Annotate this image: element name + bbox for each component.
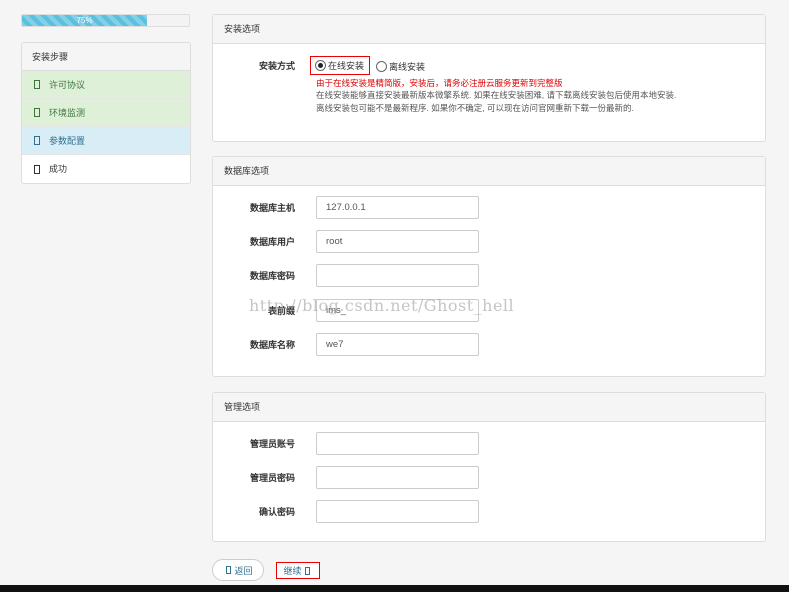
confirm-password-label: 确认密码 [258,507,295,517]
step-label: 成功 [49,164,68,174]
file-icon [34,80,40,89]
back-button-label: 返回 [234,565,253,576]
radio-offline-label: 离线安装 [389,62,426,72]
file-icon [34,108,40,117]
db-user-input[interactable]: root [316,230,479,253]
install-note-2: 离线安装包可能不是最新程序. 如果你不确定, 可以现在访问官网重新下载一份最新的… [316,103,634,113]
confirm-password-input[interactable] [316,500,479,523]
next-icon [304,566,310,575]
file-icon [34,164,40,174]
online-install-warning: 由于在线安装是精简版，安装后，请务必注册云服务更新到完整版 [316,78,563,88]
admin-account-label: 管理员账号 [249,439,295,449]
back-button[interactable]: 返回 [212,559,264,581]
step-success: 成功 [22,155,190,183]
db-host-label: 数据库主机 [249,203,295,213]
admin-password-label: 管理员密码 [249,473,295,483]
radio-online-install[interactable]: 在线安装 [310,56,370,75]
step-config: 参数配置 [22,127,190,155]
db-options-panel: 数据库选项 数据库主机 127.0.0.1 数据库用户 root 数据库密码 表… [212,156,766,377]
radio-online-label: 在线安装 [328,61,365,71]
db-host-input[interactable]: 127.0.0.1 [316,196,479,219]
panel-title: 数据库选项 [213,157,765,186]
db-password-label: 数据库密码 [249,271,295,281]
step-license: 许可协议 [22,71,190,99]
install-options-panel: 安装选项 安装方式 在线安装 离线安装 由于在线安装是精简版，安装后，请务必注册… [212,14,766,142]
next-button-label: 继续 [283,566,302,576]
step-label: 参数配置 [49,135,86,146]
install-method-label: 安装方式 [258,61,295,71]
db-name-label: 数据库名称 [249,340,295,350]
panel-title: 管理选项 [213,393,765,422]
db-password-input[interactable] [316,264,479,287]
watermark: http://blog.csdn.net/Ghost_hell [249,296,515,315]
db-name-input[interactable]: we7 [316,333,479,356]
radio-offline-install[interactable]: 离线安装 [376,60,425,73]
install-note-1: 在线安装能够直接安装最新版本微擎系统. 如果在线安装困难, 请下载离线安装包后使… [316,90,677,100]
admin-password-input[interactable] [316,466,479,489]
db-user-label: 数据库用户 [249,237,295,247]
next-button[interactable]: 继续 [276,562,320,579]
admin-account-input[interactable] [316,432,479,455]
taskbar [0,585,789,592]
install-steps: 安装步骤 许可协议 环境监测 参数配置 成功 [21,42,191,184]
panel-title: 安装选项 [213,15,765,44]
progress-fill: 75% [22,15,148,26]
radio-unchecked-icon [376,61,387,72]
step-env-check: 环境监测 [22,99,190,127]
admin-options-panel: 管理选项 管理员账号 管理员密码 确认密码 [212,392,766,542]
steps-title: 安装步骤 [22,43,190,71]
step-label: 许可协议 [49,79,86,90]
progress-bar: 75% [21,14,190,27]
back-icon [226,566,232,574]
file-icon [34,136,40,145]
radio-checked-icon [315,60,326,71]
step-label: 环境监测 [49,107,86,118]
